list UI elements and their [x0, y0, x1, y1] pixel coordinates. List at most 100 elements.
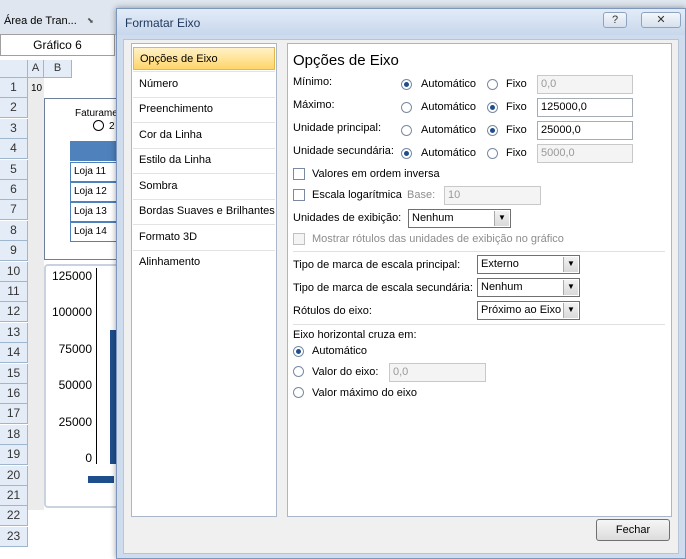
chevron-down-icon[interactable]: ▼ [563, 303, 578, 318]
column-header-a[interactable]: A [28, 60, 44, 78]
auto-label[interactable]: Automático [421, 147, 476, 159]
nav-item[interactable]: Preenchimento [133, 98, 275, 121]
chevron-down-icon[interactable]: ▼ [494, 211, 509, 226]
crosses-auto-radio[interactable] [293, 346, 304, 357]
nav-item[interactable]: Estilo da Linha [133, 149, 275, 172]
format-axis-dialog: Formatar Eixo ? ✕ Opções de Eixo Número Pr… [116, 8, 686, 559]
show-units-checkbox[interactable] [293, 233, 305, 245]
fixed-radio[interactable] [487, 79, 498, 90]
crosses-value-label[interactable]: Valor do eixo: [312, 366, 378, 378]
crosses-value-radio[interactable] [293, 366, 304, 377]
row-header[interactable]: 10 [0, 261, 28, 282]
row-header[interactable]: 2 [0, 98, 28, 119]
axis-tick-label: 125000 [51, 269, 92, 283]
row-header[interactable]: 22 [0, 506, 28, 527]
auto-radio[interactable] [401, 102, 412, 113]
crosses-max-label[interactable]: Valor máximo do eixo [312, 387, 417, 399]
row-header[interactable]: 4 [0, 139, 28, 160]
table-row: Loja 11 [70, 162, 122, 182]
bound-value-field[interactable]: 125000,0 [537, 98, 633, 117]
row-header[interactable]: 11 [0, 282, 28, 302]
nav-item[interactable]: Alinhamento [133, 251, 275, 274]
fixed-radio[interactable] [487, 125, 498, 136]
row-header[interactable]: 12 [0, 302, 28, 323]
row-header[interactable]: 18 [0, 424, 28, 445]
base-field[interactable]: 10 [444, 186, 541, 205]
value-axis-line [96, 268, 97, 464]
crosses-value-field[interactable]: 0,0 [389, 363, 486, 382]
row-header[interactable]: 14 [0, 343, 28, 364]
auto-label[interactable]: Automático [421, 78, 476, 90]
dialog-launcher-icon[interactable]: ⬊ [87, 16, 94, 25]
chevron-down-icon[interactable]: ▼ [563, 280, 578, 295]
name-box[interactable]: Gráfico 6 [0, 34, 115, 56]
fixed-radio[interactable] [487, 102, 498, 113]
fixed-label[interactable]: Fixo [506, 124, 527, 136]
bound-value-field[interactable]: 0,0 [537, 75, 633, 94]
table-row: Loja 13 [70, 202, 122, 222]
reverse-order-label[interactable]: Valores em ordem inversa [312, 168, 440, 180]
nav-item[interactable]: Formato 3D [133, 226, 275, 249]
display-units-select[interactable]: Nenhum ▼ [408, 209, 511, 228]
row-header[interactable]: 6 [0, 180, 28, 200]
divider [293, 324, 665, 325]
option-label: 2 [109, 121, 115, 132]
reverse-order-checkbox[interactable] [293, 168, 305, 180]
auto-radio[interactable] [401, 79, 412, 90]
auto-radio[interactable] [401, 148, 412, 159]
row-header[interactable]: 23 [0, 526, 28, 547]
close-button[interactable]: Fechar [596, 519, 670, 541]
auto-radio[interactable] [401, 125, 412, 136]
auto-label[interactable]: Automático [421, 101, 476, 113]
row-header[interactable]: 9 [0, 241, 28, 262]
row-header[interactable]: 21 [0, 486, 28, 506]
crosses-max-radio[interactable] [293, 387, 304, 398]
row-header[interactable]: 20 [0, 465, 28, 486]
row-header[interactable]: 7 [0, 200, 28, 221]
option-radio[interactable] [93, 120, 104, 131]
table-row: Loja 14 [70, 222, 122, 242]
row-header[interactable]: 19 [0, 445, 28, 466]
log-scale-checkbox[interactable] [293, 189, 305, 201]
column-header-b[interactable]: B [44, 60, 72, 78]
dialog-title: Formatar Eixo [125, 16, 201, 30]
row-header[interactable]: 13 [0, 322, 28, 343]
bound-value-field[interactable]: 25000,0 [537, 121, 633, 140]
close-icon[interactable]: ✕ [641, 12, 681, 28]
table-row: Loja 12 [70, 182, 122, 202]
bound-label: Unidade principal: [293, 122, 382, 134]
fixed-label[interactable]: Fixo [506, 147, 527, 159]
nav-item[interactable]: Sombra [133, 175, 275, 198]
major-tick-select[interactable]: Externo ▼ [477, 255, 580, 274]
row-header[interactable]: 15 [0, 363, 28, 384]
row-header[interactable]: 8 [0, 220, 28, 241]
nav-item[interactable]: Número [133, 73, 275, 96]
select-all-corner[interactable] [0, 60, 28, 78]
crosses-auto-label[interactable]: Automático [312, 345, 367, 357]
axis-tick-label: 50000 [58, 378, 92, 392]
axis-labels-value: Próximo ao Eixo [481, 304, 562, 316]
log-scale-label[interactable]: Escala logarítmica [312, 189, 402, 201]
clipboard-group-label[interactable]: Área de Tran... [4, 15, 77, 27]
fixed-label[interactable]: Fixo [506, 101, 527, 113]
fixed-label[interactable]: Fixo [506, 78, 527, 90]
crosses-title: Eixo horizontal cruza em: [293, 329, 417, 341]
axis-labels-select[interactable]: Próximo ao Eixo ▼ [477, 301, 580, 320]
auto-label[interactable]: Automático [421, 124, 476, 136]
bound-value-field[interactable]: 5000,0 [537, 144, 633, 163]
axis-tick-label: 25000 [58, 415, 92, 429]
row-header[interactable]: 16 [0, 384, 28, 404]
minor-tick-select[interactable]: Nenhum ▼ [477, 278, 580, 297]
help-button[interactable]: ? [603, 12, 627, 28]
nav-item[interactable]: Opções de Eixo [133, 47, 275, 70]
chevron-down-icon[interactable]: ▼ [563, 257, 578, 272]
row-header[interactable]: 3 [0, 118, 28, 139]
row-header[interactable]: 5 [0, 159, 28, 180]
row-header[interactable]: 1 [0, 78, 28, 98]
nav-item[interactable]: Bordas Suaves e Brilhantes [133, 200, 275, 223]
cell-a1[interactable]: 10 [31, 83, 42, 94]
fixed-radio[interactable] [487, 148, 498, 159]
row-header[interactable]: 17 [0, 404, 28, 425]
nav-item[interactable]: Cor da Linha [133, 124, 275, 147]
dialog-titlebar[interactable]: Formatar Eixo ? ✕ [117, 9, 685, 35]
